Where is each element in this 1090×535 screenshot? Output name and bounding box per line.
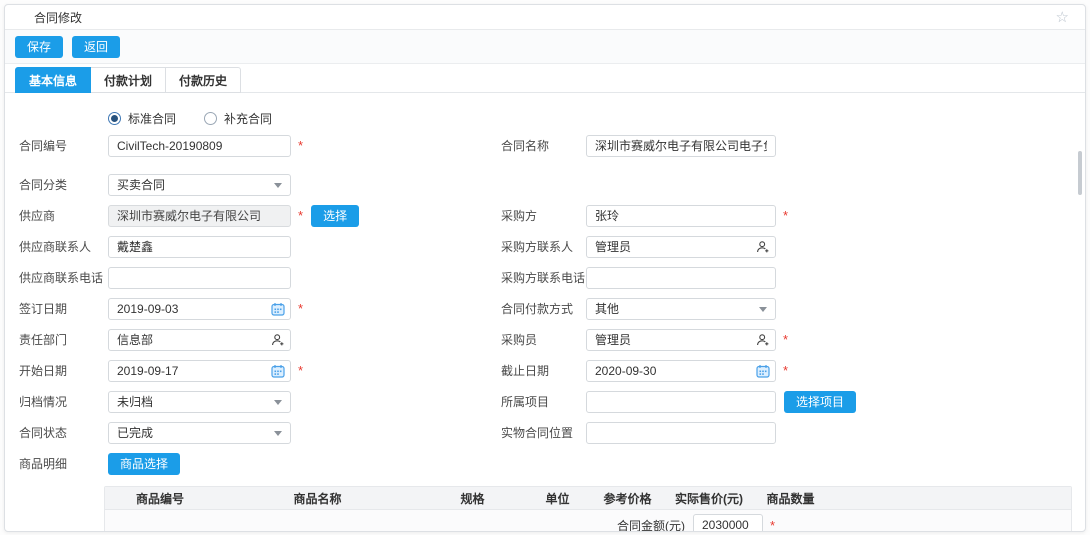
archive-label: 归档情况 [19,393,108,410]
required-mark: * [783,209,788,222]
save-button[interactable]: 保存 [15,36,63,58]
tab-payment-history[interactable]: 付款历史 [166,67,241,93]
buyer-label: 采购员 [501,331,586,348]
start-date-label: 开始日期 [19,362,108,379]
project-label: 所属项目 [501,393,586,410]
col-quantity: 商品数量 [753,490,828,507]
required-mark: * [298,302,303,315]
col-actual-price: 实际售价(元) [665,490,753,507]
contract-type-label: 合同分类 [19,176,108,193]
location-input[interactable] [586,422,776,444]
supplier-phone-label: 供应商联系电话 [19,269,108,286]
basic-info-form: 标准合同 补充合同 合同编号 * 合同名称 [5,93,1085,532]
col-spec: 规格 [420,490,525,507]
product-detail-label: 商品明细 [19,455,108,472]
radio-standard-label: 标准合同 [128,110,176,127]
tab-payment-plan[interactable]: 付款计划 [91,67,166,93]
toolbar: 保存 返回 [5,30,1085,64]
buyer-input[interactable] [586,329,776,351]
contract-type-select[interactable] [108,174,291,196]
radio-supplement-contract[interactable]: 补充合同 [204,110,272,127]
back-button[interactable]: 返回 [72,36,120,58]
contract-no-label: 合同编号 [19,137,108,154]
purchaser-input[interactable] [586,205,776,227]
calendar-icon[interactable] [271,302,285,316]
required-mark: * [298,139,303,152]
purchaser-label: 采购方 [501,207,586,224]
tab-strip: 基本信息 付款计划 付款历史 [5,64,1085,93]
location-label: 实物合同位置 [501,424,586,441]
contract-amount-label: 合同金额(元) [617,517,685,533]
radio-selected-icon [108,112,121,125]
favorite-star-icon[interactable]: ☆ [1056,10,1069,25]
product-table-header: 商品编号 商品名称 规格 单位 参考价格 实际售价(元) 商品数量 [105,487,1071,510]
contract-kind-radios: 标准合同 补充合同 [108,107,1085,130]
required-mark: * [783,333,788,346]
supplier-contact-label: 供应商联系人 [19,238,108,255]
sign-date-label: 签订日期 [19,300,108,317]
dept-label: 责任部门 [19,331,108,348]
purchaser-contact-label: 采购方联系人 [501,238,586,255]
supplier-select-button[interactable]: 选择 [311,205,359,227]
panel-header: 合同修改 ☆ [5,5,1085,30]
product-table: 商品编号 商品名称 规格 单位 参考价格 实际售价(元) 商品数量 合同金额(元… [104,486,1072,532]
calendar-icon[interactable] [756,364,770,378]
start-date-input[interactable] [108,360,291,382]
person-add-icon[interactable] [271,333,285,347]
radio-standard-contract[interactable]: 标准合同 [108,110,176,127]
required-mark: * [298,209,303,222]
supplier-contact-input[interactable] [108,236,291,258]
col-product-no: 商品编号 [105,490,215,507]
required-mark: * [298,364,303,377]
status-label: 合同状态 [19,424,108,441]
purchaser-contact-input[interactable] [586,236,776,258]
col-unit: 单位 [525,490,590,507]
required-mark: * [783,364,788,377]
project-input[interactable] [586,391,776,413]
contract-amount-input[interactable] [693,514,763,532]
scrollbar-thumb[interactable] [1078,151,1082,195]
sign-date-input[interactable] [108,298,291,320]
page-title: 合同修改 [34,9,82,26]
col-product-name: 商品名称 [215,490,420,507]
col-ref-price: 参考价格 [590,490,665,507]
purchaser-phone-label: 采购方联系电话 [501,269,586,286]
radio-unselected-icon [204,112,217,125]
archive-select[interactable] [108,391,291,413]
tab-basic-info[interactable]: 基本信息 [15,67,91,93]
contract-no-input[interactable] [108,135,291,157]
project-select-button[interactable]: 选择项目 [784,391,856,413]
person-add-icon[interactable] [756,240,770,254]
radio-supplement-label: 补充合同 [224,110,272,127]
end-date-label: 截止日期 [501,362,586,379]
dept-input[interactable] [108,329,291,351]
person-add-icon[interactable] [756,333,770,347]
contract-name-input[interactable] [586,135,776,157]
pay-method-label: 合同付款方式 [501,300,586,317]
calendar-icon[interactable] [271,364,285,378]
status-select[interactable] [108,422,291,444]
supplier-label: 供应商 [19,207,108,224]
required-mark: * [770,519,775,532]
end-date-input[interactable] [586,360,776,382]
supplier-input [108,205,291,227]
product-select-button[interactable]: 商品选择 [108,453,180,475]
contract-name-label: 合同名称 [501,137,586,154]
contract-amount-row: 合同金额(元) * [105,510,1071,532]
pay-method-select[interactable] [586,298,776,320]
contract-edit-panel: 合同修改 ☆ 保存 返回 基本信息 付款计划 付款历史 标准合同 补充合同 合同 [4,4,1086,532]
purchaser-phone-input[interactable] [586,267,776,289]
supplier-phone-input[interactable] [108,267,291,289]
